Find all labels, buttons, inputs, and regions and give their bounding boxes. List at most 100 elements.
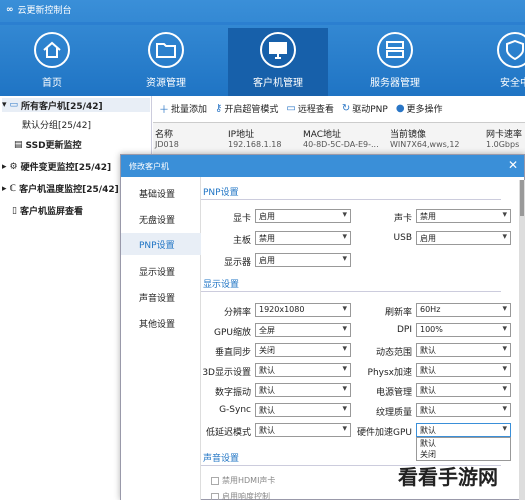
- nav-servers[interactable]: 服务器管理: [355, 28, 435, 96]
- app-window: ∞ 云更新控制台 首页 资源管理 客户机管理 服务器管理 安全中 ▾▭所有客户机…: [0, 0, 525, 500]
- key-icon: ⚷: [215, 102, 223, 114]
- tree-root[interactable]: ▾ ▭ 所有客户机[25/42]: [2, 98, 150, 112]
- hw-accel-gpu-label: 硬件加速GPU: [357, 428, 412, 438]
- vsync-select[interactable]: 关闭: [255, 343, 351, 357]
- remote-view-label: 远程查看: [297, 104, 334, 115]
- tree-ssd-label: SSD更新监控: [25, 141, 82, 151]
- disable-hdmi-checkbox[interactable]: 禁用HDMI声卡: [211, 475, 275, 486]
- nav-home[interactable]: 首页: [12, 28, 92, 96]
- col-image[interactable]: 当前镜像: [390, 127, 426, 140]
- table-cell: 40-8D-5C-DA-E9-...: [303, 140, 379, 149]
- app-title: ∞ 云更新控制台: [6, 3, 72, 17]
- power-management-label: 电源管理: [375, 388, 412, 398]
- more-icon: ●: [395, 102, 405, 114]
- nav-resources[interactable]: 资源管理: [126, 28, 206, 96]
- tree-hardware-label: 硬件变更监控[25/42]: [20, 163, 112, 173]
- pnp-section-title: PNP设置: [203, 188, 239, 198]
- tab-display[interactable]: 显示设置: [139, 265, 175, 278]
- table-cell: WIN7X64,wws,12: [390, 140, 460, 149]
- nav-divider: [0, 22, 525, 25]
- low-latency-label: 低延迟模式: [205, 428, 251, 438]
- dropdown-option-default[interactable]: 默认: [417, 438, 510, 449]
- physx-select[interactable]: 默认: [416, 363, 511, 377]
- dynamic-range-select[interactable]: 默认: [416, 343, 511, 357]
- power-management-select[interactable]: 默认: [416, 383, 511, 397]
- app-logo: ∞: [6, 4, 14, 15]
- pnp-driver-button[interactable]: ↻ 驱动PNP: [342, 102, 388, 115]
- hw-accel-gpu-dropdown: 默认 关闭: [416, 437, 511, 461]
- gpu-scaling-select[interactable]: 全屏: [255, 323, 351, 337]
- gear-icon: ⚙: [9, 161, 18, 172]
- tree-temperature[interactable]: ▸ ℂ 客户机温度监控[25/42]: [2, 182, 119, 196]
- scrollbar-thumb[interactable]: [520, 180, 524, 216]
- tree-default-group[interactable]: 默认分组[25/42]: [22, 118, 91, 131]
- vsync-label: 垂直同步: [214, 348, 251, 358]
- gsync-select[interactable]: 默认: [255, 403, 351, 417]
- super-mode-button[interactable]: ⚷ 开启超管模式: [215, 102, 278, 115]
- monitor-label: 显示器: [223, 258, 251, 268]
- motherboard-label: 主板: [232, 236, 251, 246]
- edit-client-dialog: 修改客户机 ✕ 基础设置 无盘设置 PNP设置 显示设置 声音设置 其他设置 PN…: [120, 154, 525, 500]
- dialog-tabs: 基础设置 无盘设置 PNP设置 显示设置 声音设置 其他设置: [121, 177, 201, 500]
- table-cell: JD018: [155, 140, 179, 149]
- top-nav: ∞ 云更新控制台 首页 资源管理 客户机管理 服务器管理 安全中: [0, 0, 525, 96]
- gpu-scaling-label: GPU缩放: [214, 328, 251, 338]
- usb-select[interactable]: 启用: [416, 231, 511, 245]
- server-icon: [377, 32, 413, 68]
- collapse-icon[interactable]: ▾: [2, 100, 7, 110]
- tab-basic[interactable]: 基础设置: [139, 187, 175, 200]
- checkbox-icon: [211, 492, 219, 500]
- remote-view-button[interactable]: ▭ 远程查看: [286, 102, 333, 115]
- monitor-icon: [260, 32, 296, 68]
- nav-security-label: 安全中: [500, 78, 525, 89]
- tab-diskless[interactable]: 无盘设置: [139, 213, 175, 226]
- hw-accel-gpu-select[interactable]: 默认: [416, 423, 511, 437]
- low-latency-select[interactable]: 默认: [255, 423, 351, 437]
- tab-sound[interactable]: 声音设置: [139, 291, 175, 304]
- toolbar: ＋批量添加 ⚷ 开启超管模式 ▭ 远程查看 ↻ 驱动PNP ● 更多操作: [153, 96, 525, 120]
- texture-quality-select[interactable]: 默认: [416, 403, 511, 417]
- dpi-label: DPI: [396, 325, 412, 335]
- refresh-rate-select[interactable]: 60Hz: [416, 303, 511, 317]
- batch-add-button[interactable]: ＋批量添加: [159, 101, 207, 116]
- tree-temperature-label: 客户机温度监控[25/42]: [19, 185, 119, 195]
- table-cell: 192.168.1.18: [228, 140, 282, 149]
- plus-icon: ＋: [159, 104, 169, 116]
- monitor-select[interactable]: 启用: [255, 253, 351, 267]
- refresh-icon: ↻: [341, 102, 351, 114]
- home-icon: [34, 32, 70, 68]
- monitor-icon: ▭: [9, 100, 19, 110]
- sound-card-select[interactable]: 禁用: [416, 209, 511, 223]
- document-icon: ▯: [12, 205, 17, 216]
- 3d-settings-select[interactable]: 默认: [255, 363, 351, 377]
- tab-other[interactable]: 其他设置: [139, 317, 175, 330]
- scrollbar[interactable]: [519, 180, 525, 500]
- tab-pnp[interactable]: PNP设置: [121, 233, 201, 255]
- more-actions-button[interactable]: ● 更多操作: [396, 102, 443, 115]
- tree-screen-label: 客户机监屏查看: [19, 207, 83, 217]
- nav-clients[interactable]: 客户机管理: [228, 28, 328, 96]
- col-ip[interactable]: IP地址: [228, 127, 254, 140]
- tree-ssd[interactable]: ▤ SSD更新监控: [14, 138, 82, 152]
- resolution-select[interactable]: 1920x1080: [255, 303, 351, 317]
- tree-hardware[interactable]: ▸ ⚙ 硬件变更监控[25/42]: [2, 160, 112, 174]
- col-speed[interactable]: 网卡速率: [486, 127, 522, 140]
- nav-security[interactable]: 安全中: [475, 28, 525, 96]
- loudness-checkbox[interactable]: 启用响度控制: [211, 491, 270, 500]
- col-name[interactable]: 名称: [155, 127, 173, 140]
- tree-screen[interactable]: ▯ 客户机监屏查看: [12, 204, 83, 218]
- divider: [201, 199, 501, 200]
- close-icon[interactable]: ✕: [508, 158, 518, 172]
- gpu-select[interactable]: 启用: [255, 209, 351, 223]
- resolution-label: 分辨率: [223, 308, 251, 318]
- dpi-select[interactable]: 100%: [416, 323, 511, 337]
- disk-icon: ▤: [14, 139, 23, 150]
- expand-icon[interactable]: ▸: [2, 184, 7, 194]
- col-mac[interactable]: MAC地址: [303, 127, 341, 140]
- expand-icon[interactable]: ▸: [2, 162, 7, 172]
- motherboard-select[interactable]: 禁用: [255, 231, 351, 245]
- digital-vibrance-select[interactable]: 默认: [255, 383, 351, 397]
- disable-hdmi-label: 禁用HDMI声卡: [222, 476, 276, 485]
- thermometer-icon: ℂ: [9, 183, 17, 194]
- dropdown-option-off[interactable]: 关闭: [417, 449, 510, 460]
